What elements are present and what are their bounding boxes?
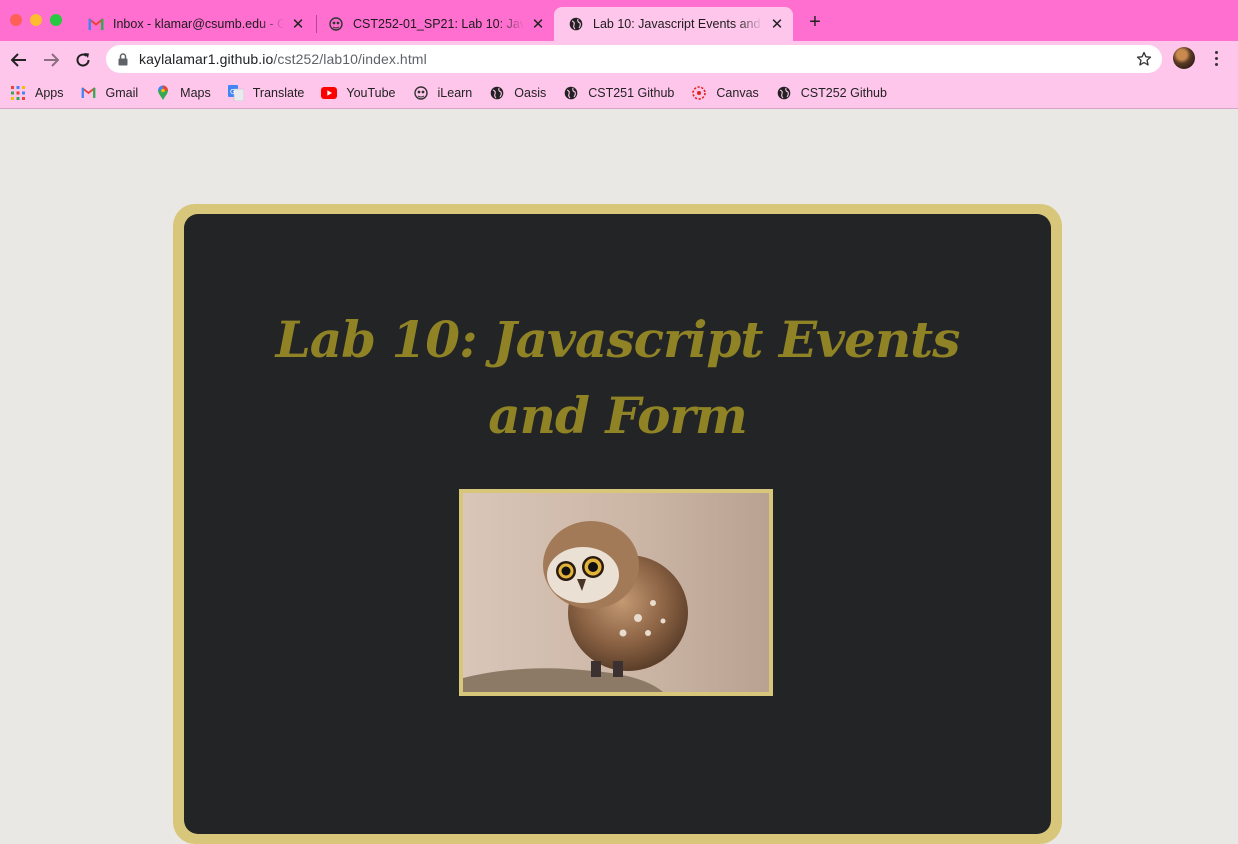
bookmark-label: Maps bbox=[180, 85, 211, 100]
svg-text:G: G bbox=[230, 88, 235, 96]
tab-lab10[interactable]: Lab 10: Javascript Events and F ✕ bbox=[554, 7, 793, 41]
content-card: Lab 10: Javascript Events and Form bbox=[184, 214, 1051, 834]
back-arrow-icon[interactable] bbox=[9, 50, 29, 70]
tab-gmail[interactable]: Inbox - klamar@csumb.edu - G ✕ bbox=[74, 7, 314, 41]
url-text: kaylalamar1.github.io/cst252/lab10/index… bbox=[139, 51, 427, 67]
bookmarks-bar: Apps Gmail Maps G Translate YouTube iLea… bbox=[0, 77, 1238, 109]
window-minimize-button[interactable] bbox=[30, 14, 42, 26]
bookmark-label: YouTube bbox=[346, 85, 396, 100]
address-bar[interactable]: kaylalamar1.github.io/cst252/lab10/index… bbox=[106, 45, 1162, 73]
forward-arrow-icon[interactable] bbox=[41, 50, 61, 70]
page-title: Lab 10: Javascript Events and Form bbox=[275, 310, 961, 445]
url-path: /cst252/lab10/index.html bbox=[273, 51, 427, 67]
ilearn-icon bbox=[413, 85, 429, 101]
gmail-icon bbox=[81, 85, 97, 101]
bookmark-gmail[interactable]: Gmail bbox=[81, 85, 139, 101]
window-zoom-button[interactable] bbox=[50, 14, 62, 26]
window-close-button[interactable] bbox=[10, 14, 22, 26]
browser-toolbar: kaylalamar1.github.io/cst252/lab10/index… bbox=[0, 41, 1238, 77]
bookmark-canvas[interactable]: Canvas bbox=[691, 85, 759, 101]
bookmark-star-icon[interactable] bbox=[1136, 51, 1152, 67]
url-host: kaylalamar1.github.io bbox=[139, 51, 274, 67]
gmail-icon bbox=[88, 16, 104, 32]
bookmark-label: Gmail bbox=[105, 85, 139, 100]
bookmark-label: Oasis bbox=[514, 85, 547, 100]
bookmark-label: CST251 Github bbox=[588, 85, 675, 100]
globe-icon bbox=[776, 85, 792, 101]
tab-ilearn[interactable]: CST252-01_SP21: Lab 10: Java ✕ bbox=[314, 7, 554, 41]
bookmark-ilearn[interactable]: iLearn bbox=[413, 85, 473, 101]
new-tab-button[interactable]: + bbox=[805, 12, 825, 32]
globe-icon bbox=[568, 16, 584, 32]
bookmark-cst252-github[interactable]: CST252 Github bbox=[776, 85, 887, 101]
globe-icon bbox=[563, 85, 579, 101]
globe-icon bbox=[489, 85, 505, 101]
bookmark-translate[interactable]: G Translate bbox=[227, 84, 305, 101]
profile-avatar[interactable] bbox=[1173, 47, 1195, 69]
close-icon[interactable]: ✕ bbox=[769, 16, 785, 33]
content-card-border: Lab 10: Javascript Events and Form bbox=[173, 204, 1062, 844]
bookmark-label: iLearn bbox=[437, 85, 473, 100]
page-viewport[interactable]: Lab 10: Javascript Events and Form bbox=[0, 110, 1238, 844]
canvas-icon bbox=[691, 85, 707, 101]
close-icon[interactable]: ✕ bbox=[530, 16, 546, 33]
apps-grid-icon bbox=[10, 85, 26, 101]
owl-photo bbox=[463, 493, 769, 692]
tab-title: Inbox - klamar@csumb.edu - G bbox=[113, 17, 284, 31]
tab-strip: Inbox - klamar@csumb.edu - G ✕ CST252-01… bbox=[0, 0, 1238, 41]
lock-icon[interactable] bbox=[116, 52, 130, 66]
bookmark-label: CST252 Github bbox=[800, 85, 887, 100]
kebab-menu-icon[interactable] bbox=[1208, 48, 1224, 68]
translate-icon: G bbox=[227, 84, 244, 101]
bookmark-label: Apps bbox=[35, 85, 64, 100]
maps-pin-icon bbox=[155, 85, 171, 101]
bookmark-maps[interactable]: Maps bbox=[155, 85, 211, 101]
bookmark-apps[interactable]: Apps bbox=[10, 85, 64, 101]
tab-title: CST252-01_SP21: Lab 10: Java bbox=[353, 17, 524, 31]
close-icon[interactable]: ✕ bbox=[290, 16, 306, 33]
owl-image bbox=[459, 489, 773, 696]
bookmark-youtube[interactable]: YouTube bbox=[321, 85, 396, 101]
ilearn-icon bbox=[328, 16, 344, 32]
bookmark-oasis[interactable]: Oasis bbox=[489, 85, 546, 101]
bookmark-label: Canvas bbox=[716, 85, 759, 100]
reload-icon[interactable] bbox=[73, 50, 93, 70]
bookmark-label: Translate bbox=[252, 85, 305, 100]
tab-title: Lab 10: Javascript Events and F bbox=[593, 17, 763, 31]
youtube-icon bbox=[321, 85, 338, 101]
bookmark-cst251-github[interactable]: CST251 Github bbox=[563, 85, 674, 101]
